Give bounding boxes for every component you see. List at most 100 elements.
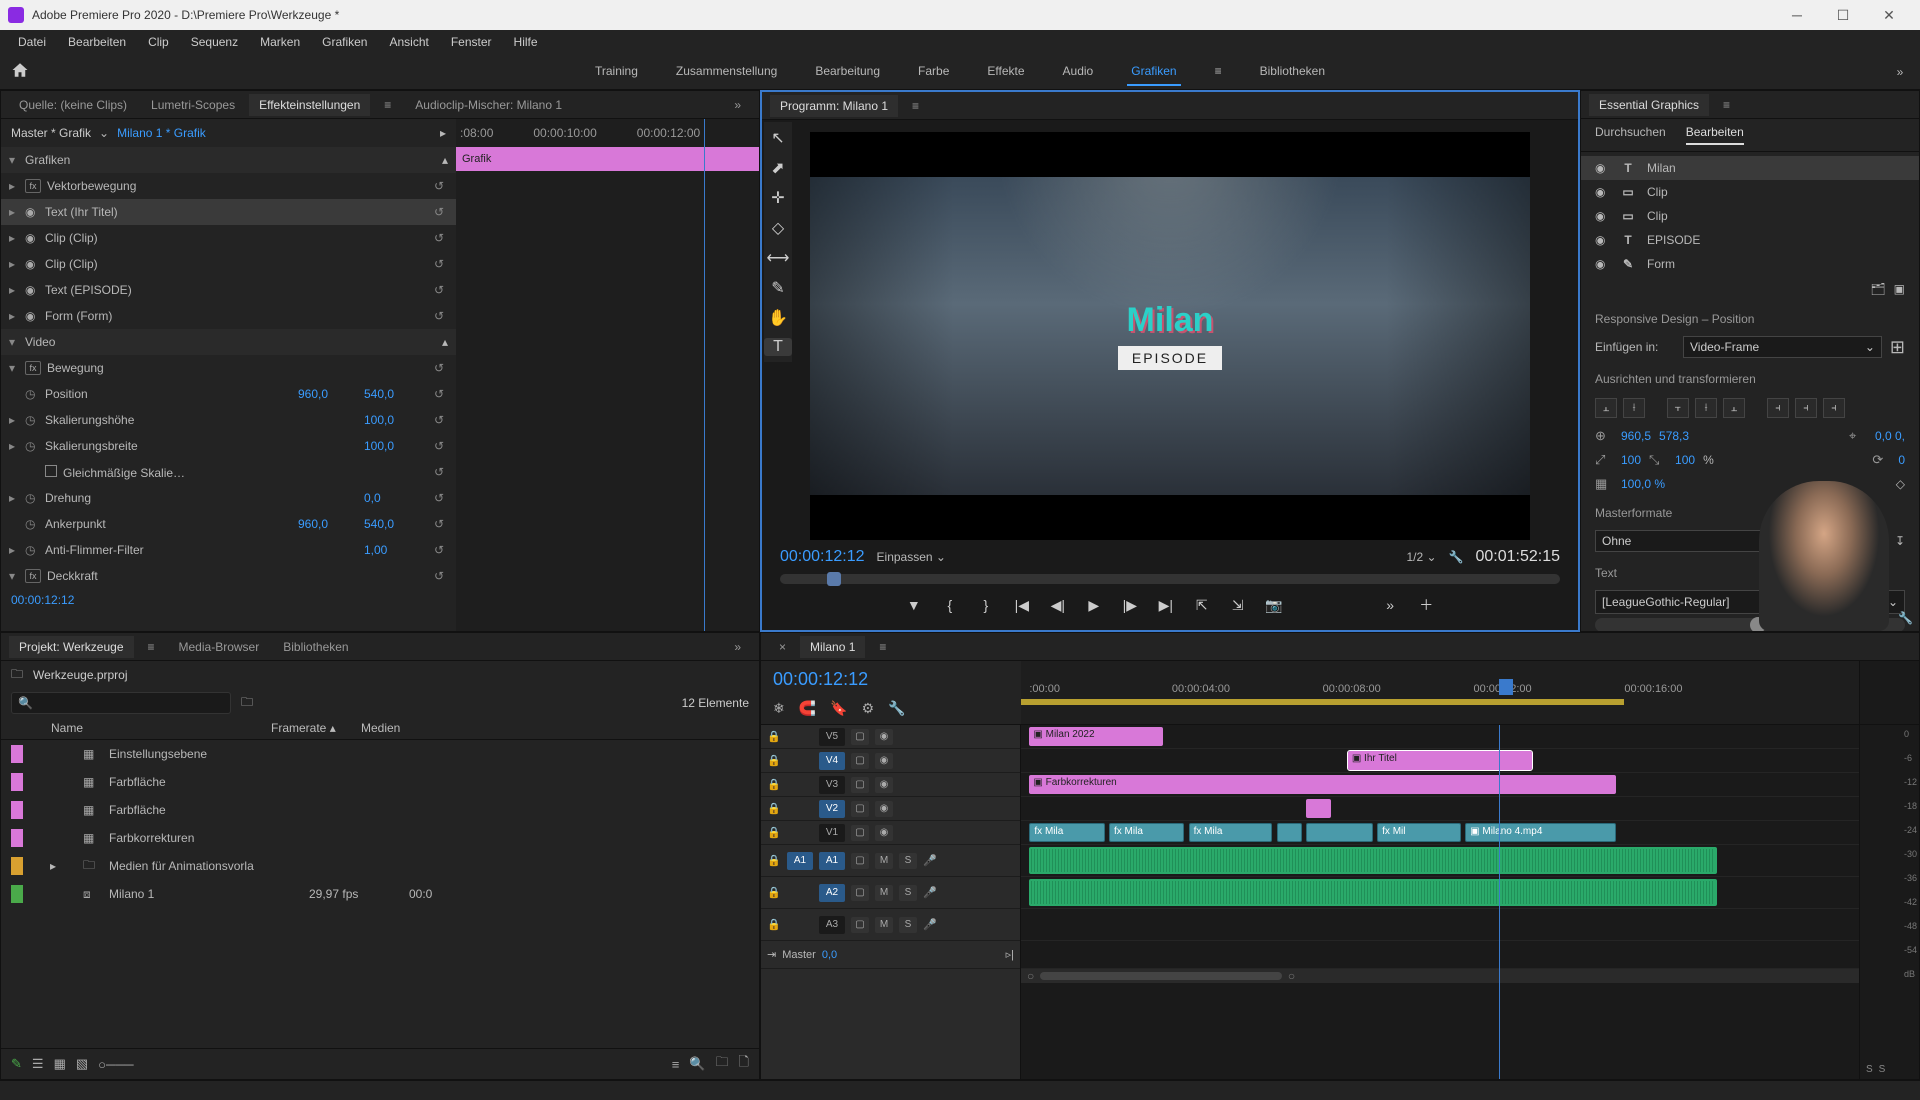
tab-source[interactable]: Quelle: (keine Clips) [9,94,137,116]
track-output-toggle[interactable]: ▢ [851,753,869,769]
ws-grafiken[interactable]: Grafiken [1127,58,1180,86]
program-scale-dropdown[interactable]: 1/2 ⌄ [1406,550,1436,564]
stopwatch-icon[interactable]: ◷ [25,517,39,531]
goto-in-icon[interactable]: |◀ [1011,594,1033,616]
step-back-icon[interactable]: ◀| [1047,594,1069,616]
align-bottom-icon[interactable]: ⫠ [1723,398,1745,418]
pull-master-icon[interactable]: ↧ [1895,534,1905,548]
play-icon[interactable]: ▶ [1083,594,1105,616]
track-target-v1[interactable]: V1 [819,824,845,842]
clip-v1b[interactable]: fx Mila [1109,823,1184,842]
program-video-canvas[interactable]: Milan EPISODE [810,132,1530,540]
reset-icon[interactable]: ↺ [430,543,448,557]
ec-anker-y[interactable]: 540,0 [364,517,424,531]
goto-out-icon[interactable]: ▶| [1155,594,1177,616]
fx-badge[interactable]: fx [25,361,41,375]
clip-v1d1[interactable] [1277,823,1302,842]
track-target-v5[interactable]: V5 [819,728,845,746]
track-target-v4[interactable]: V4 [819,752,845,770]
eg-tab-browse[interactable]: Durchsuchen [1595,125,1666,145]
snap-end-icon[interactable]: ▹| [1006,948,1014,961]
ec-vektorbewegung[interactable]: Vektorbewegung [47,179,424,193]
tab-essential-graphics[interactable]: Essential Graphics [1589,94,1709,116]
ec-position-y[interactable]: 540,0 [364,387,424,401]
voice-over-icon[interactable]: 🎤 [923,886,937,899]
lift-icon[interactable]: ⇱ [1191,594,1213,616]
ec-dropdown-icon[interactable]: ⌄ [99,126,109,140]
clip-farbkorrekturen[interactable]: ▣ Farbkorrekturen [1029,775,1616,794]
eye-icon[interactable]: ◉ [25,309,39,323]
project-item[interactable]: ▦ Farbkorrekturen [1,824,759,852]
timeline-ruler[interactable]: :00:00 00:00:04:00 00:00:08:00 00:00:12:… [1021,661,1859,724]
scrubber-thumb[interactable] [827,572,841,586]
menu-sequenz[interactable]: Sequenz [181,33,248,51]
twirl-icon[interactable]: ▸ [9,231,19,245]
reset-icon[interactable]: ↺ [430,439,448,453]
ws-bearbeitung[interactable]: Bearbeitung [811,58,884,86]
lock-icon[interactable]: 🔒 [767,854,781,867]
eg-tab-edit[interactable]: Bearbeiten [1686,125,1744,145]
freeform-view-icon[interactable]: ▧ [76,1056,88,1072]
clip-v1e[interactable]: ▣ Milano 4.mp4 [1465,823,1616,842]
master-value[interactable]: 0,0 [822,949,837,961]
ec-position-x[interactable]: 960,0 [298,387,358,401]
eg-pin-dropdown[interactable]: Video-Frame⌄ [1683,336,1882,358]
ellipse-tool-icon[interactable]: ✎ [764,278,792,298]
reset-icon[interactable]: ↺ [430,231,448,245]
program-menu-icon[interactable]: ≡ [902,95,929,117]
twirl-icon[interactable]: ▸ [9,413,19,427]
panel-overflow-icon[interactable]: » [724,94,751,116]
collapse-icon[interactable]: ▴ [442,153,448,167]
hand-tool-icon[interactable]: ✋ [764,308,792,328]
project-search-input[interactable]: 🔍 [11,692,231,714]
mute-toggle[interactable]: M [875,853,893,869]
clip-v1d[interactable]: fx Mil [1377,823,1461,842]
mute-toggle[interactable]: M [875,885,893,901]
reset-icon[interactable]: ↺ [430,569,448,583]
menu-hilfe[interactable]: Hilfe [504,33,548,51]
project-item[interactable]: ▦ Farbfläche [1,768,759,796]
voice-over-icon[interactable]: 🎤 [923,854,937,867]
twirl-icon[interactable]: ▾ [9,335,19,349]
timeline-zoom-scrollbar[interactable] [1040,972,1282,980]
col-name[interactable]: Name [11,721,271,735]
twirl-icon[interactable]: ▾ [9,569,19,583]
stopwatch-icon[interactable]: ◷ [25,491,39,505]
track-target-v2[interactable]: V2 [819,800,845,818]
clip-v2-small[interactable] [1306,799,1331,818]
eg-scale-h[interactable]: 100 [1675,453,1695,467]
eg-opacity[interactable]: 100,0 % [1621,477,1665,491]
track-target-a3[interactable]: A3 [819,916,845,934]
lock-icon[interactable]: 🔒 [767,802,781,815]
eye-icon[interactable]: ◉ [875,753,893,769]
solo-toggle[interactable]: S [899,853,917,869]
ec-graphic-clip-bar[interactable]: Grafik [456,147,759,171]
program-scrubber[interactable] [780,574,1560,584]
ec-sequence-label[interactable]: Milano 1 * Grafik [117,126,206,140]
eye-icon[interactable]: ◉ [25,283,39,297]
reset-icon[interactable]: ↺ [430,283,448,297]
eye-icon[interactable]: ◉ [1595,233,1609,247]
zoom-out-icon[interactable]: ○ [1027,969,1034,983]
checkbox-icon[interactable] [45,465,57,477]
lock-icon[interactable]: 🔒 [767,730,781,743]
align-hcenter-icon[interactable]: ⟊ [1623,398,1645,418]
list-view-icon[interactable]: ☰ [32,1056,44,1072]
reset-icon[interactable]: ↺ [430,465,448,479]
track-lane-a3[interactable] [1021,909,1859,941]
ec-master-label[interactable]: Master * Grafik [11,126,91,140]
track-target-a1[interactable]: A1 [819,852,845,870]
align-vcenter-icon[interactable]: ⟊ [1695,398,1717,418]
eg-anchor[interactable]: 0,0 0, [1875,429,1905,443]
ec-skalh-val[interactable]: 100,0 [364,413,424,427]
twirl-icon[interactable]: ▾ [9,361,19,375]
track-lane-master[interactable] [1021,941,1859,969]
panel-overflow-icon[interactable]: » [724,636,751,658]
bin-icon[interactable]: 🗀 [11,665,23,686]
ec-flimmer-val[interactable]: 1,00 [364,543,424,557]
twirl-icon[interactable]: ▸ [33,859,73,873]
ec-deckkraft[interactable]: Deckkraft [47,569,424,583]
vertical-text-icon[interactable]: ✛ [764,188,792,208]
twirl-icon[interactable]: ▾ [9,153,19,167]
lock-icon[interactable]: 🔒 [767,918,781,931]
